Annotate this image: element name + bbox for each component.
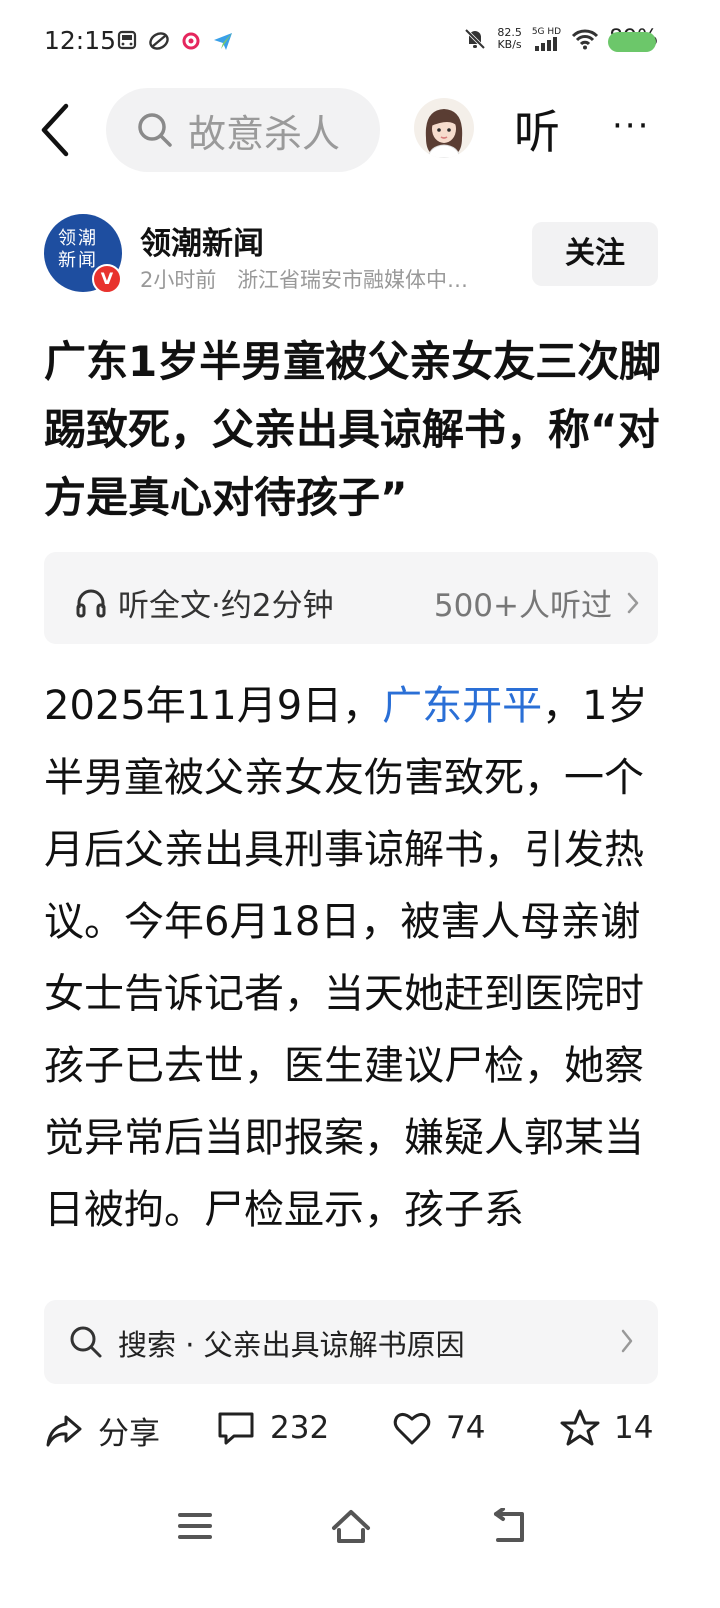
notification-icons [116, 30, 234, 52]
action-bar: 分享 232 74 14 [0, 1398, 720, 1468]
app-notification-icon [182, 32, 200, 50]
top-nav: 故意杀人 听 ··· [0, 88, 720, 178]
search-icon [70, 1326, 102, 1358]
signal-indicator: 5G HD [532, 27, 561, 51]
listen-full-bar[interactable]: 听全文·约2分钟 500+人听过 [44, 552, 658, 644]
author-name[interactable]: 领潮新闻 [140, 218, 264, 263]
more-button[interactable]: ··· [612, 106, 650, 146]
chevron-right-icon [627, 592, 639, 613]
back-nav-icon[interactable] [488, 1508, 528, 1546]
signal-icon [535, 36, 558, 51]
body-rest: ，1岁半男童被父亲女友伤害致死，一个月后父亲出具刑事谅解书，引发热议。今年6月1… [44, 683, 648, 1233]
verified-badge: V [92, 264, 122, 294]
article-body: 2025年11月9日，广东开平，1岁半男童被父亲女友伤害致死，一个月后父亲出具刑… [44, 670, 676, 1288]
listen-full-label: 听全文·约2分钟 [118, 588, 334, 624]
author-source: 浙江省瑞安市融媒体中… [237, 268, 469, 292]
related-search-query: 父亲出具谅解书原因 [203, 1328, 465, 1362]
star-icon [560, 1409, 600, 1446]
article-title: 广东1岁半男童被父亲女友三次脚踢致死，父亲出具谅解书，称“对方是真心对待孩子” [44, 337, 662, 522]
status-time: 12:15 [44, 26, 117, 55]
listen-button[interactable]: 听 [514, 96, 560, 162]
favorite-count: 14 [614, 1410, 654, 1446]
share-label: 分享 [98, 1416, 160, 1452]
status-bar: 12:15 82.5 KB/s 5G HD 89% [0, 0, 720, 88]
follow-button[interactable]: 关注 [532, 222, 658, 286]
message-app-icon [214, 33, 232, 50]
listeners-label: 500+人听过 [433, 588, 612, 624]
system-nav-bar [0, 1500, 720, 1560]
location-link[interactable]: 广东开平 [382, 683, 542, 729]
share-button[interactable]: 分享 [44, 1408, 160, 1453]
author-meta: 2小时前 浙江省瑞安市融媒体中… [140, 264, 468, 294]
wifi-icon [572, 29, 599, 49]
search-icon [138, 113, 172, 147]
like-count: 74 [446, 1410, 486, 1446]
search-box[interactable]: 故意杀人 [106, 88, 380, 172]
search-query: 故意杀人 [188, 111, 341, 156]
avatar[interactable] [414, 98, 474, 158]
related-search[interactable]: 搜索 · 父亲出具谅解书原因 [44, 1300, 658, 1384]
listen-full-text: 听全文·约2分钟 [74, 580, 334, 625]
back-button[interactable] [36, 100, 76, 160]
like-button[interactable]: 74 [392, 1408, 485, 1448]
headphones-icon [76, 589, 106, 617]
battery-icon [608, 32, 656, 52]
comment-count: 232 [270, 1410, 330, 1446]
author-row: 领潮新闻 V 领潮新闻 2小时前 浙江省瑞安市融媒体中… 关注 [0, 214, 720, 294]
link-app-icon [149, 32, 169, 50]
mute-icon [465, 28, 486, 49]
comment-icon [218, 1412, 254, 1445]
favorite-button[interactable]: 14 [560, 1408, 653, 1448]
related-search-prefix: 搜索 · [118, 1328, 204, 1362]
home-icon[interactable] [330, 1508, 372, 1546]
share-icon [46, 1415, 82, 1446]
body-prefix: 2025年11月9日， [44, 683, 383, 729]
comment-button[interactable]: 232 [216, 1408, 329, 1448]
avatar-icon [425, 109, 463, 158]
network-speed: 82.5 KB/s [497, 25, 522, 51]
heart-icon [393, 1412, 431, 1445]
listeners-count: 500+人听过 [434, 580, 640, 625]
menu-icon[interactable] [176, 1508, 214, 1544]
chevron-right-icon [621, 1329, 633, 1353]
publish-time: 2小时前 [140, 268, 217, 292]
related-search-text: 搜索 · 父亲出具谅解书原因 [118, 1322, 465, 1364]
bus-card-icon [117, 30, 137, 50]
